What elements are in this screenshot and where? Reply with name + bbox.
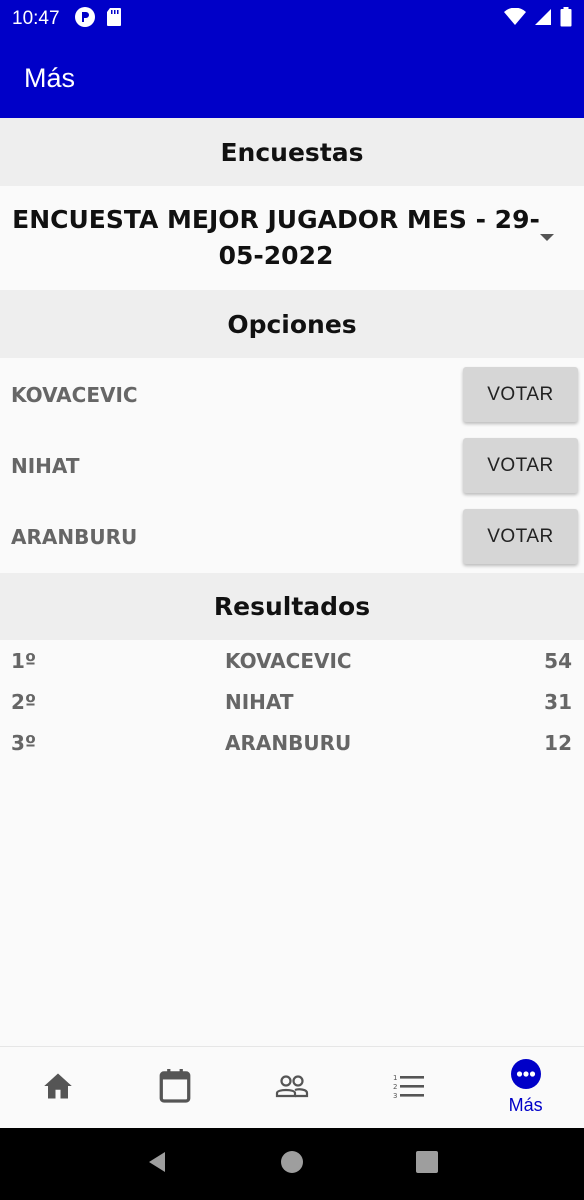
result-row: 1º KOVACEVIC 54 xyxy=(0,641,584,682)
sd-card-icon xyxy=(106,7,122,31)
surveys-section-header: Encuestas xyxy=(0,118,584,186)
result-vote-count: 12 xyxy=(544,731,572,755)
option-name: NIHAT xyxy=(11,453,80,478)
calendar-icon xyxy=(159,1068,191,1107)
status-time: 10:47 xyxy=(12,8,60,29)
nav-item-calendar[interactable] xyxy=(117,1047,234,1128)
svg-text:2: 2 xyxy=(393,1083,397,1091)
app-bar: Más xyxy=(0,38,584,118)
result-position: 1º xyxy=(11,649,37,673)
svg-text:3: 3 xyxy=(393,1092,397,1099)
dropdown-arrow-icon xyxy=(540,234,554,241)
page-title: Más xyxy=(24,62,76,93)
vote-button-kovacevic[interactable]: VOTAR xyxy=(463,367,578,422)
result-position: 3º xyxy=(11,731,37,755)
result-vote-count: 31 xyxy=(544,690,572,714)
people-icon xyxy=(275,1074,309,1102)
options-section-header: Opciones xyxy=(0,290,584,358)
result-position: 2º xyxy=(11,690,37,714)
result-player-name: NIHAT xyxy=(225,690,294,714)
home-icon xyxy=(43,1072,73,1104)
result-player-name: KOVACEVIC xyxy=(225,649,352,673)
wifi-icon xyxy=(504,7,526,30)
status-bar: 10:47 xyxy=(0,0,584,38)
recents-icon[interactable] xyxy=(415,1150,439,1178)
nav-item-standings[interactable]: 123 xyxy=(350,1047,467,1128)
system-navigation-bar xyxy=(0,1128,584,1200)
result-row: 3º ARANBURU 12 xyxy=(0,723,584,764)
vote-button-nihat[interactable]: VOTAR xyxy=(463,438,578,493)
results-section-header: Resultados xyxy=(0,573,584,640)
vote-button-aranburu[interactable]: VOTAR xyxy=(463,509,578,564)
nav-item-teams[interactable] xyxy=(234,1047,351,1128)
result-player-name: ARANBURU xyxy=(225,731,352,755)
more-icon xyxy=(510,1059,541,1093)
option-name: ARANBURU xyxy=(11,524,138,549)
bottom-navigation: 123 Más xyxy=(0,1046,584,1128)
survey-dropdown[interactable]: ENCUESTA MEJOR JUGADOR MES - 29-05-2022 xyxy=(0,186,584,290)
svg-text:1: 1 xyxy=(393,1074,397,1082)
option-row: NIHAT VOTAR xyxy=(0,430,584,501)
battery-icon xyxy=(560,7,572,31)
result-vote-count: 54 xyxy=(544,649,572,673)
back-icon[interactable] xyxy=(145,1150,169,1178)
nav-item-more[interactable]: Más xyxy=(467,1047,584,1128)
option-row: KOVACEVIC VOTAR xyxy=(0,359,584,430)
nav-item-home[interactable] xyxy=(0,1047,117,1128)
nav-label-more: Más xyxy=(508,1095,543,1115)
home-button-icon[interactable] xyxy=(280,1150,304,1178)
app-notification-icon xyxy=(74,6,96,32)
list-icon: 123 xyxy=(393,1073,425,1103)
option-name: KOVACEVIC xyxy=(11,382,138,407)
option-row: ARANBURU VOTAR xyxy=(0,501,584,572)
signal-icon xyxy=(534,8,552,30)
survey-dropdown-value: ENCUESTA MEJOR JUGADOR MES - 29-05-2022 xyxy=(12,205,540,270)
result-row: 2º NIHAT 31 xyxy=(0,682,584,723)
